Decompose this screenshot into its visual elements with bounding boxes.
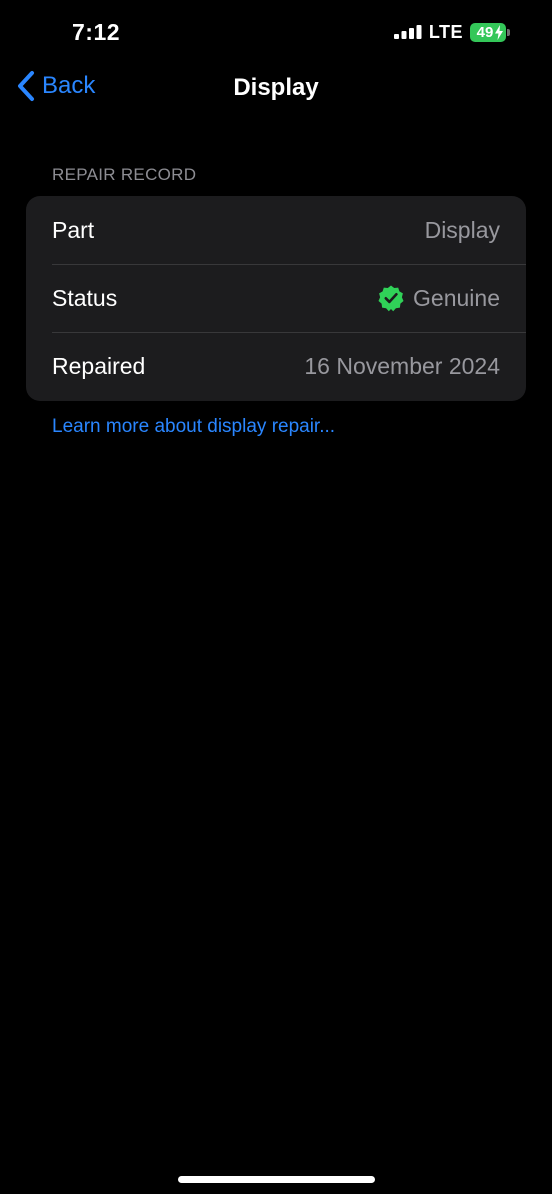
row-label-repaired: Repaired [52, 352, 146, 379]
battery-cap [507, 29, 510, 36]
row-status: Status Genuine [26, 264, 526, 332]
row-label-status: Status [52, 284, 118, 311]
battery-charging-icon: 49 [470, 23, 510, 42]
status-bar: 7:12 LTE 49 [0, 0, 552, 66]
row-value-repaired: 16 November 2024 [304, 353, 500, 380]
row-label-part: Part [52, 216, 95, 243]
verified-badge-icon [378, 285, 404, 312]
charging-bolt-icon [495, 25, 503, 40]
repaired-date-value: 16 November 2024 [304, 352, 500, 379]
row-repaired: Repaired 16 November 2024 [26, 332, 526, 400]
repair-record-card: Part Display Status Genuine Repaired 16 … [26, 196, 526, 401]
row-value-part: Display [425, 217, 500, 244]
home-indicator[interactable] [178, 1176, 375, 1183]
status-time: 7:12 [72, 19, 121, 45]
navigation-bar: Back Display [0, 66, 552, 112]
status-indicators: LTE 49 [393, 22, 510, 43]
signal-bars-icon [393, 24, 422, 39]
section-header: REPAIR RECORD [52, 165, 197, 184]
part-value: Display [424, 216, 500, 243]
row-part: Part Display [26, 196, 526, 264]
learn-more-link[interactable]: Learn more about display repair... [52, 416, 335, 438]
page-title: Display [233, 74, 319, 101]
network-type: LTE [428, 22, 463, 42]
battery-body: 49 [470, 23, 506, 42]
status-value: Genuine [413, 284, 500, 311]
row-value-status: Genuine [377, 284, 500, 312]
